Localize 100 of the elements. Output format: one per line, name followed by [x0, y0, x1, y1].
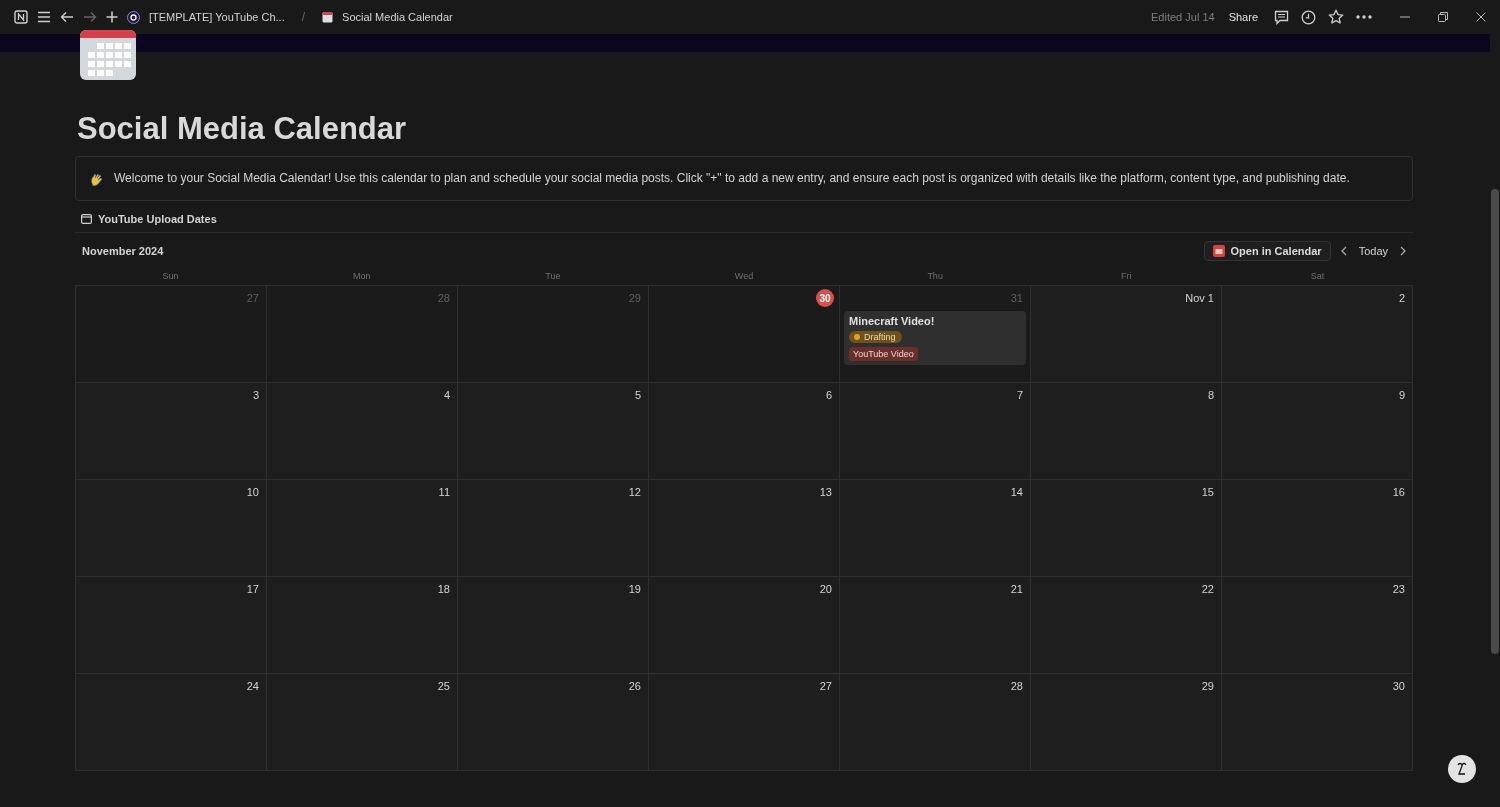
- database-title[interactable]: YouTube Upload Dates: [98, 213, 217, 225]
- calendar-day-cell[interactable]: 7: [840, 383, 1031, 480]
- calendar-day-cell[interactable]: 5: [458, 383, 649, 480]
- day-number: 6: [825, 388, 832, 403]
- breadcrumb-link[interactable]: Social Media Calendar: [342, 11, 453, 23]
- restore-icon[interactable]: [1438, 12, 1448, 22]
- today-button[interactable]: Today: [1356, 245, 1390, 257]
- day-number: 29: [628, 291, 641, 306]
- day-number: 26: [628, 679, 641, 694]
- day-number: 19: [628, 582, 641, 597]
- day-number: 27: [819, 679, 832, 694]
- day-number: 7: [1016, 388, 1023, 403]
- calendar-day-cell[interactable]: 31 Minecraft Video! Drafting YouTube Video: [840, 286, 1031, 383]
- calendar-day-cell[interactable]: 19: [458, 577, 649, 674]
- calendar-day-cell[interactable]: 3: [76, 383, 267, 480]
- calendar-day-cell[interactable]: 28: [840, 674, 1031, 771]
- day-number: 10: [246, 485, 259, 500]
- day-number: 5: [634, 388, 641, 403]
- calendar-day-cell[interactable]: 23: [1222, 577, 1413, 674]
- calendar-day-cell[interactable]: 21: [840, 577, 1031, 674]
- calendar-day-cell[interactable]: 13: [649, 480, 840, 577]
- day-number: 28: [1010, 679, 1023, 694]
- chevron-left-icon[interactable]: [1340, 246, 1347, 256]
- calendar-day-cell[interactable]: 26: [458, 674, 649, 771]
- callout-text: Welcome to your Social Media Calendar! Use this calendar to plan and schedule your social media posts. Click "+" to add a new entry, and ensure each post is organized with details like the platform, content type, and publishing date.: [114, 170, 1350, 187]
- day-number: 29: [1201, 679, 1214, 694]
- day-number: 22: [1201, 582, 1214, 597]
- day-number: 8: [1207, 388, 1214, 403]
- weekday-label: Thu: [926, 271, 944, 281]
- day-number: 27: [246, 291, 259, 306]
- close-icon[interactable]: [1476, 12, 1486, 22]
- day-number: 13: [819, 485, 832, 500]
- weekday-label: Wed: [733, 271, 755, 281]
- day-number: 20: [819, 582, 832, 597]
- today-date-badge: 30: [816, 289, 834, 307]
- comment-icon[interactable]: [1274, 9, 1289, 25]
- calendar-icon: [1212, 245, 1225, 257]
- day-number: 23: [1392, 582, 1405, 597]
- day-number: Nov 1: [1185, 291, 1214, 306]
- help-button[interactable]: [1448, 755, 1476, 783]
- weekday-label: Mon: [351, 271, 372, 281]
- day-number: 2: [1398, 291, 1405, 306]
- calendar-day-cell[interactable]: 11: [267, 480, 458, 577]
- edited-time: Edited Jul 14: [1151, 11, 1215, 23]
- calendar-day-cell[interactable]: 27: [649, 674, 840, 771]
- calendar-day-cell[interactable]: 12: [458, 480, 649, 577]
- month-label: November 2024: [82, 245, 164, 257]
- calendar-day-cell[interactable]: 6: [649, 383, 840, 480]
- calendar-day-cell[interactable]: 2: [1222, 286, 1413, 383]
- page-title: Social Media Calendar: [77, 110, 408, 148]
- calendar-icon: [81, 214, 92, 224]
- calendar-day-cell[interactable]: 15: [1031, 480, 1222, 577]
- waving-hand-icon: [90, 171, 104, 186]
- calendar-icon: [80, 30, 136, 80]
- menu-icon[interactable]: [37, 11, 51, 23]
- day-number: 9: [1398, 388, 1405, 403]
- scrollbar-thumb[interactable]: [1491, 189, 1499, 654]
- day-number: 24: [246, 679, 259, 694]
- more-icon[interactable]: [1356, 15, 1372, 19]
- day-number: 4: [443, 388, 450, 403]
- workspace-icon: [127, 10, 140, 24]
- star-icon[interactable]: [1328, 9, 1344, 25]
- calendar-day-cell[interactable]: 4: [267, 383, 458, 480]
- calendar-day-cell[interactable]: 30: [1222, 674, 1413, 771]
- breadcrumb-link[interactable]: [TEMPLATE] YouTube Ch...: [149, 11, 285, 23]
- weekday-label: Sat: [1309, 271, 1326, 281]
- day-number: 3: [252, 388, 259, 403]
- calendar-day-cell[interactable]: 16: [1222, 480, 1413, 577]
- clock-icon[interactable]: [1301, 9, 1316, 25]
- event-card[interactable]: Minecraft Video! Drafting YouTube Video: [844, 311, 1026, 365]
- calendar-day-cell[interactable]: 17: [76, 577, 267, 674]
- breadcrumb-separator: /: [301, 10, 306, 24]
- day-number: 12: [628, 485, 641, 500]
- calendar-day-cell[interactable]: 9: [1222, 383, 1413, 480]
- calendar-day-cell[interactable]: 25: [267, 674, 458, 771]
- calendar-day-cell[interactable]: 22: [1031, 577, 1222, 674]
- calendar-day-cell[interactable]: 8: [1031, 383, 1222, 480]
- day-number: 18: [437, 582, 450, 597]
- calendar-day-cell[interactable]: Nov 1: [1031, 286, 1222, 383]
- chevron-right-icon[interactable]: [1400, 246, 1406, 256]
- day-number: 25: [437, 679, 450, 694]
- calendar-day-cell[interactable]: 24: [76, 674, 267, 771]
- day-number: 15: [1201, 485, 1214, 500]
- day-number: 31: [1010, 291, 1023, 306]
- day-number: 11: [438, 485, 450, 500]
- plus-icon[interactable]: [106, 11, 118, 23]
- weekday-label: Fri: [1120, 271, 1133, 281]
- calendar-day-cell[interactable]: 30: [649, 286, 840, 383]
- day-number: 21: [1010, 582, 1023, 597]
- back-arrow-icon[interactable]: [60, 11, 74, 23]
- calendar-day-cell[interactable]: 18: [267, 577, 458, 674]
- open-in-calendar-button[interactable]: Open in Calendar: [1203, 241, 1331, 261]
- calendar-day-cell[interactable]: 29: [1031, 674, 1222, 771]
- day-number: 17: [246, 582, 259, 597]
- calendar-day-cell[interactable]: 14: [840, 480, 1031, 577]
- calendar-day-cell[interactable]: 20: [649, 577, 840, 674]
- calendar-day-cell[interactable]: 10: [76, 480, 267, 577]
- day-number: 14: [1010, 485, 1023, 500]
- day-number: 28: [437, 291, 450, 306]
- share-button[interactable]: Share: [1226, 11, 1262, 23]
